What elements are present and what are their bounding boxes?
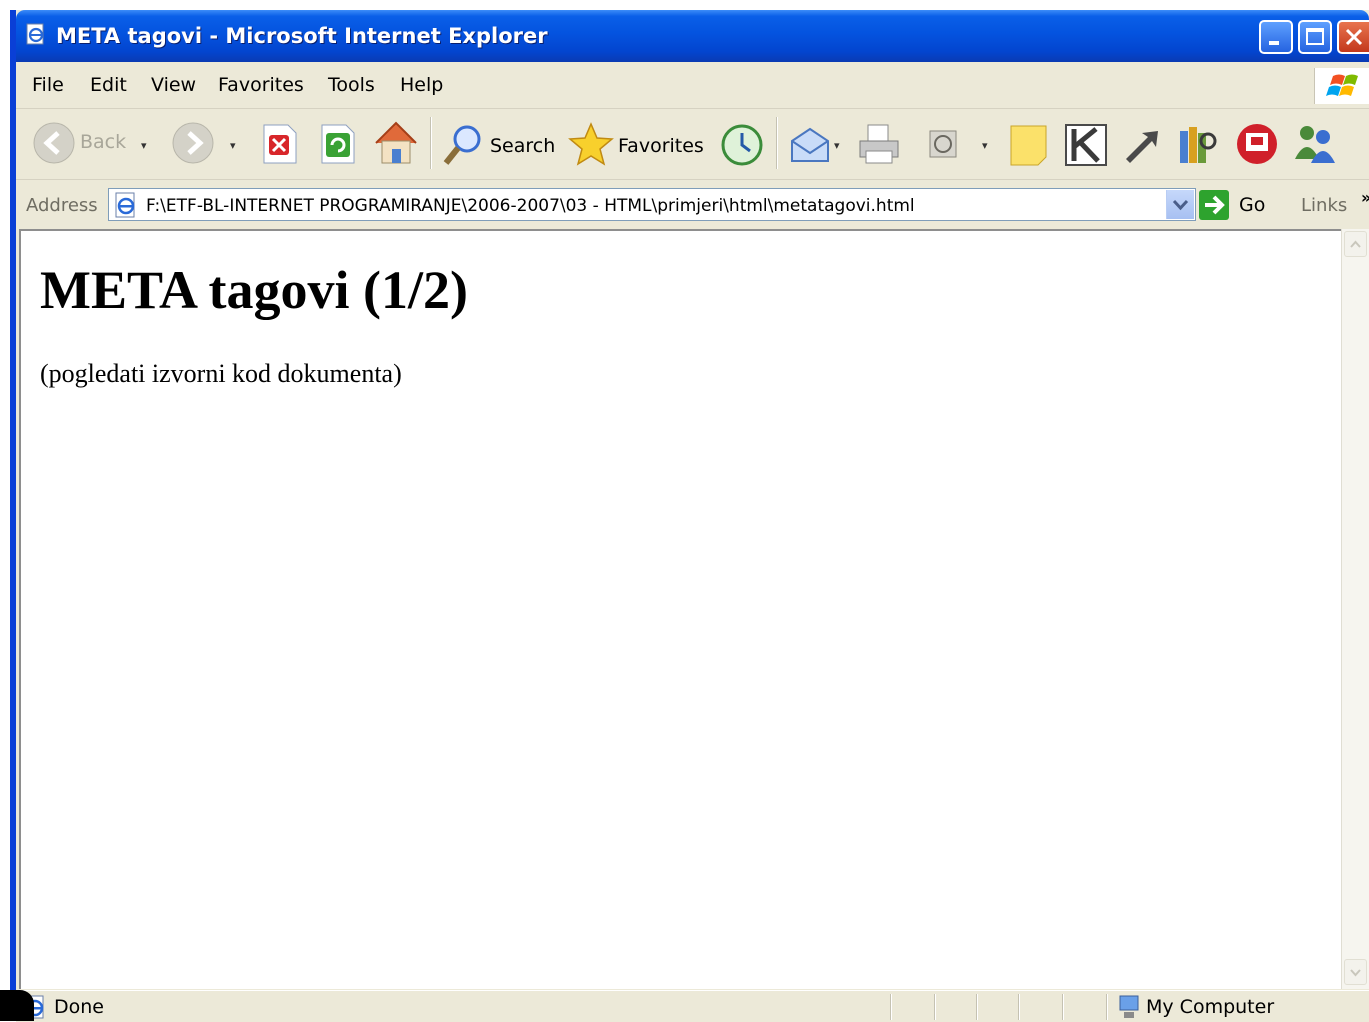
note-icon — [1010, 125, 1047, 166]
search-icon — [443, 125, 481, 165]
edit-button[interactable] — [926, 127, 962, 167]
research-button[interactable] — [1122, 127, 1162, 169]
history-icon — [721, 124, 763, 166]
print-button[interactable] — [856, 121, 902, 171]
status-divider — [890, 994, 892, 1020]
page-paragraph: (pogledati izvorni kod dokumenta) — [40, 359, 402, 388]
standard-toolbar: Back ▾ ▾ Search Favorites ▾ ▾ — [16, 109, 1369, 180]
k-app-icon — [1065, 124, 1107, 166]
back-button[interactable]: Back — [32, 121, 126, 169]
status-text: Done — [54, 996, 104, 1018]
address-url: F:\ETF-BL-INTERNET PROGRAMIRANJE\2006-20… — [146, 196, 915, 216]
stamp-icon — [1237, 124, 1277, 164]
minimize-button[interactable] — [1259, 20, 1293, 54]
back-dropdown-icon[interactable]: ▾ — [141, 139, 147, 152]
links-chevron-icon[interactable]: » — [1361, 188, 1369, 207]
toolbar-separator — [430, 117, 432, 169]
refresh-icon — [321, 124, 355, 164]
forward-arrow-icon — [172, 122, 214, 164]
browser-window: META tagovi - Microsoft Internet Explore… — [10, 10, 1369, 1022]
menu-tools[interactable]: Tools — [328, 74, 375, 96]
forward-dropdown-icon[interactable]: ▾ — [230, 139, 236, 152]
status-divider — [976, 994, 978, 1020]
forward-button[interactable] — [171, 121, 215, 169]
status-divider — [934, 994, 936, 1020]
menu-view[interactable]: View — [151, 74, 196, 96]
ie-document-icon — [26, 23, 44, 45]
refresh-button[interactable] — [318, 123, 358, 169]
address-bar: Address F:\ETF-BL-INTERNET PROGRAMIRANJE… — [16, 180, 1369, 228]
history-button[interactable] — [720, 123, 764, 171]
menu-favorites[interactable]: Favorites — [218, 74, 304, 96]
search-button[interactable]: Search — [441, 123, 555, 171]
stop-button[interactable] — [260, 123, 300, 169]
address-label: Address — [26, 195, 98, 216]
discuss-button[interactable] — [1008, 123, 1050, 171]
menu-bar: File Edit View Favorites Tools Help — [16, 62, 1369, 109]
security-zone: My Computer — [1146, 996, 1275, 1018]
mail-dropdown-icon[interactable]: ▾ — [834, 139, 840, 152]
messenger-books-button[interactable] — [1176, 121, 1220, 171]
home-button[interactable] — [372, 119, 420, 171]
chevron-down-icon — [1350, 969, 1361, 977]
mail-icon — [791, 127, 829, 162]
title-bar[interactable]: META tagovi - Microsoft Internet Explore… — [16, 10, 1369, 62]
back-label: Back — [80, 131, 127, 153]
stop-icon — [263, 124, 297, 164]
print-icon — [859, 124, 899, 164]
address-input[interactable]: F:\ETF-BL-INTERNET PROGRAMIRANJE\2006-20… — [108, 188, 1196, 221]
maximize-button[interactable] — [1298, 20, 1332, 54]
window-title: META tagovi - Microsoft Internet Explore… — [56, 24, 548, 48]
my-computer-icon — [1119, 995, 1139, 1018]
menu-file[interactable]: File — [32, 74, 64, 96]
edit-dropdown-icon[interactable]: ▾ — [982, 139, 988, 152]
links-button[interactable]: Links — [1301, 195, 1347, 216]
address-dropdown-button[interactable] — [1166, 190, 1194, 219]
books-icon — [1180, 127, 1217, 163]
vertical-scrollbar[interactable] — [1341, 229, 1369, 989]
page-heading: META tagovi (1/2) — [40, 260, 468, 320]
go-button[interactable]: Go — [1198, 189, 1278, 221]
messenger-people-icon — [1295, 126, 1335, 163]
home-icon — [375, 121, 417, 164]
go-label: Go — [1239, 194, 1266, 216]
page-icon — [115, 192, 135, 218]
go-arrow-icon — [1199, 190, 1229, 220]
favorites-label: Favorites — [618, 135, 704, 157]
toolbar-separator — [776, 117, 778, 169]
menu-help[interactable]: Help — [400, 74, 443, 96]
search-label: Search — [490, 135, 556, 157]
scroll-down-button[interactable] — [1344, 959, 1367, 985]
stamp-button[interactable] — [1234, 121, 1280, 171]
status-divider — [1106, 994, 1108, 1020]
slide-corner-decoration — [0, 990, 34, 1021]
status-divider — [1062, 994, 1064, 1020]
messenger-button[interactable] — [1291, 121, 1339, 171]
menu-edit[interactable]: Edit — [90, 74, 127, 96]
favorites-button[interactable]: Favorites — [568, 121, 704, 171]
page-content: META tagovi (1/2) (pogledati izvorni kod… — [19, 229, 1341, 989]
mail-button[interactable] — [788, 123, 832, 171]
chevron-down-icon — [1172, 199, 1189, 211]
k-button[interactable] — [1064, 123, 1108, 171]
favorites-star-icon — [568, 122, 614, 166]
back-arrow-icon — [33, 122, 75, 164]
scroll-up-button[interactable] — [1344, 231, 1367, 257]
close-button[interactable] — [1337, 20, 1369, 54]
status-divider — [1018, 994, 1020, 1020]
edit-page-icon — [929, 130, 957, 158]
status-bar: Done My Computer — [16, 990, 1369, 1022]
chevron-up-icon — [1350, 240, 1361, 248]
arrow-tool-icon — [1126, 131, 1158, 163]
windows-logo-icon — [1314, 68, 1369, 104]
